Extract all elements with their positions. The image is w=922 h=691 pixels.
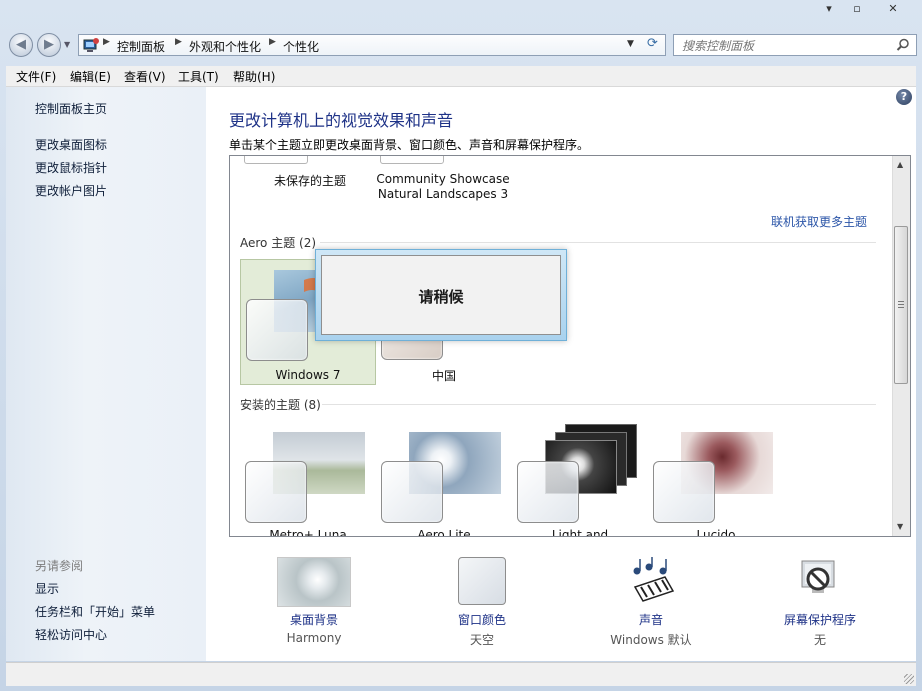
task-pane: 控制面板主页 更改桌面图标 更改鼠标指针 更改帐户图片 另请参阅 显示 任务栏和… [6, 87, 206, 661]
menu-file[interactable]: 文件(F) [16, 68, 56, 85]
theme-list[interactable]: 未保存的主题 Community Showcase Natural Landsc… [229, 155, 911, 537]
menu-view[interactable]: 查看(V) [124, 68, 166, 85]
theme-tile-light-and[interactable]: Light and [512, 422, 648, 537]
windows7-color-swatch [246, 299, 308, 361]
change-mouse-pointers-link[interactable]: 更改鼠标指针 [35, 159, 107, 176]
theme-tile-aero-lite[interactable]: Aero Lite [376, 422, 512, 537]
unsaved-theme-thumbnail[interactable] [244, 156, 308, 164]
light-and-color-swatch [517, 461, 579, 523]
window-color-icon [458, 557, 506, 605]
address-dropdown-icon[interactable]: ▼ [627, 39, 634, 49]
get-more-themes-link[interactable]: 联机获取更多主题 [771, 213, 867, 230]
unsaved-theme-label[interactable]: 未保存的主题 [240, 172, 380, 189]
back-button[interactable]: ◀ [9, 33, 33, 57]
back-arrow-icon: ◀ [16, 37, 26, 52]
search-input[interactable] [680, 37, 884, 55]
close-button[interactable]: ✕ [880, 2, 906, 18]
sound-icon [633, 557, 675, 602]
breadcrumb-appearance[interactable]: 外观和个性化 [189, 38, 261, 55]
control-panel-home-link[interactable]: 控制面板主页 [35, 100, 107, 117]
please-wait-dialog-body: 请稍候 [321, 255, 561, 335]
scroll-up-icon[interactable]: ▲ [897, 160, 903, 169]
address-bar[interactable]: ▶ 控制面板 ▶ 外观和个性化 ▶ 个性化 ▼ ⟳ [78, 34, 666, 56]
main-content: ? 更改计算机上的视觉效果和声音 单击某个主题立即更改桌面背景、窗口颜色、声音和… [206, 87, 916, 661]
screensaver-label: 屏幕保护程序 [783, 613, 856, 627]
screensaver-setting[interactable]: 屏幕保护程序 无 [750, 557, 890, 647]
theme-label-windows7: Windows 7 [275, 368, 341, 382]
theme-label-metro-luna: Metro+ Luna [269, 528, 347, 537]
search-icon[interactable] [896, 38, 910, 52]
group-divider [320, 242, 876, 243]
screensaver-value: 无 [813, 633, 826, 647]
aero-themes-group-label: Aero 主题 (2) [240, 236, 317, 250]
menu-edit[interactable]: 编辑(E) [70, 68, 111, 85]
lucido-color-swatch [653, 461, 715, 523]
page-description: 单击某个主题立即更改桌面背景、窗口颜色、声音和屏幕保护程序。 [229, 138, 590, 152]
breadcrumb-personalization[interactable]: 个性化 [283, 38, 319, 55]
aero-lite-color-swatch [381, 461, 443, 523]
theme-list-scrollbar[interactable]: ▲ ▼ [892, 156, 910, 536]
status-bar [6, 662, 916, 686]
scrollbar-thumb[interactable] [894, 226, 908, 384]
search-box [673, 34, 917, 56]
breadcrumb-separator-icon[interactable]: ▶ [269, 37, 276, 47]
theme-label-lucido: Lucido [696, 528, 736, 537]
sound-value: Windows 默认 [610, 633, 692, 647]
change-desktop-icons-link[interactable]: 更改桌面图标 [35, 136, 107, 153]
installed-themes-group-label: 安装的主题 (8) [240, 398, 321, 412]
see-also-heading: 另请参阅 [35, 559, 84, 573]
desktop-background-setting[interactable]: 桌面背景 Harmony [244, 557, 384, 647]
control-panel-window: ▾ ▫ ✕ ◀ ▶ ▼ ▶ 控制面板 ▶ 外观和个性化 ▶ 个性化 ▼ ⟳ 文件… [0, 0, 922, 691]
theme-label-light-and: Light and [551, 528, 609, 537]
control-panel-icon [83, 38, 99, 52]
desktop-background-icon [277, 557, 351, 607]
scroll-down-icon[interactable]: ▼ [897, 522, 903, 531]
forward-button[interactable]: ▶ [37, 33, 61, 57]
menu-tools[interactable]: 工具(T) [178, 68, 219, 85]
window-color-setting[interactable]: 窗口颜色 天空 [412, 557, 552, 647]
breadcrumb-separator-icon[interactable]: ▶ [103, 37, 110, 47]
theme-label-aero-lite: Aero Lite [417, 528, 471, 537]
breadcrumb-control-panel[interactable]: 控制面板 [117, 38, 165, 55]
sound-label: 声音 [638, 613, 663, 627]
desktop-background-value: Harmony [286, 631, 342, 645]
taskbar-start-menu-link[interactable]: 任务栏和「开始」菜单 [35, 603, 155, 620]
page-title: 更改计算机上的视觉效果和声音 [229, 111, 454, 130]
please-wait-text: 请稍候 [418, 288, 464, 306]
minimize-button[interactable]: ▾ [816, 2, 842, 18]
change-account-picture-link[interactable]: 更改帐户图片 [35, 182, 107, 199]
ease-of-access-link[interactable]: 轻松访问中心 [35, 626, 107, 643]
recent-pages-dropdown[interactable]: ▼ [64, 40, 70, 49]
window-color-label: 窗口颜色 [457, 613, 506, 627]
community-theme-thumbnail[interactable] [380, 156, 444, 164]
refresh-icon[interactable]: ⟳ [647, 36, 658, 51]
community-theme-label[interactable]: Community Showcase Natural Landscapes 3 [368, 172, 518, 202]
metro-luna-color-swatch [245, 461, 307, 523]
menu-bar: 文件(F) 编辑(E) 查看(V) 工具(T) 帮助(H) [6, 66, 916, 87]
resize-grip-icon[interactable] [904, 674, 914, 684]
screensaver-icon [801, 560, 835, 593]
display-link[interactable]: 显示 [35, 580, 59, 597]
maximize-button[interactable]: ▫ [844, 2, 870, 18]
breadcrumb-separator-icon[interactable]: ▶ [175, 37, 182, 47]
theme-tile-metro-luna[interactable]: Metro+ Luna [240, 422, 376, 537]
theme-tile-lucido[interactable]: Lucido [648, 422, 784, 537]
group-divider [322, 404, 876, 405]
help-icon[interactable]: ? [896, 89, 912, 105]
theme-label-china: 中国 [431, 369, 456, 383]
menu-help[interactable]: 帮助(H) [233, 68, 275, 85]
window-color-value: 天空 [469, 633, 494, 647]
please-wait-dialog: 请稍候 [315, 249, 567, 341]
forward-arrow-icon: ▶ [44, 37, 54, 52]
desktop-background-label: 桌面背景 [289, 613, 338, 627]
sound-setting[interactable]: 声音 Windows 默认 [581, 557, 721, 647]
